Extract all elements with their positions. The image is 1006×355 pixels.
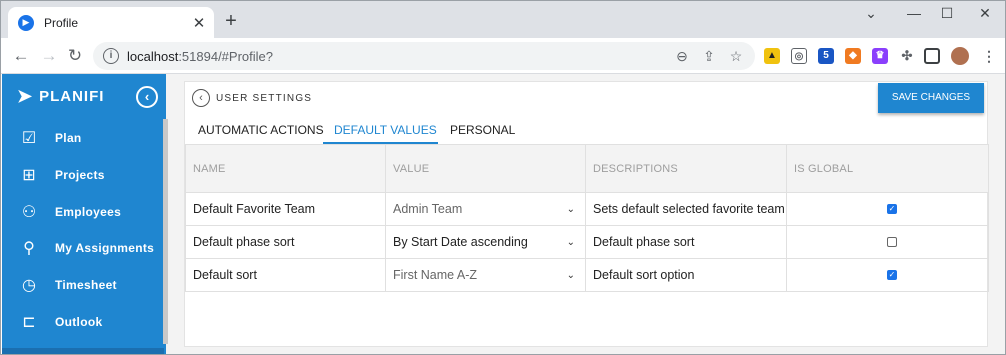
value-select[interactable]: By Start Date ascending ⌄ <box>385 225 586 259</box>
people-icon: ⚇ <box>21 204 37 221</box>
tab-search-icon[interactable]: ⌄ <box>851 5 891 25</box>
brand-logo[interactable]: ➤ PLANIFI <box>17 86 104 107</box>
org-chart-icon: ⊞ <box>22 167 36 184</box>
is-global-cell: ✓ <box>786 192 989 226</box>
save-changes-button[interactable]: SAVE CHANGES <box>878 83 984 113</box>
planifi-logo-icon: ➤ <box>17 86 34 106</box>
is-global-cell <box>786 225 989 259</box>
chevron-down-icon: ⌄ <box>566 203 575 215</box>
extension-4-icon[interactable]: ◆ <box>845 48 861 64</box>
tab-strip: ▶ Profile ✕ + ⌄ — ☐ ✕ <box>1 1 1005 38</box>
row-name: Default sort <box>185 258 386 292</box>
sidebar-item-outlook[interactable]: ⊏ Outlook <box>2 304 164 340</box>
select-value: Admin Team <box>393 202 463 216</box>
sidebar-item-label: Plan <box>55 131 82 145</box>
column-header-descriptions: DESCRIPTIONS <box>585 144 787 193</box>
sidebar-item-employees[interactable]: ⚇ Employees <box>2 194 164 230</box>
new-tab-icon[interactable]: + <box>221 11 241 31</box>
close-window-icon[interactable]: ✕ <box>965 5 1005 25</box>
is-global-checkbox[interactable] <box>887 237 897 247</box>
calendar-check-icon: ☑ <box>21 130 37 147</box>
reload-icon[interactable]: ↻ <box>63 44 87 68</box>
row-description: Default phase sort <box>585 225 787 259</box>
extension-badge: 5 <box>823 50 829 61</box>
extension-1-icon[interactable]: ▲ <box>764 48 780 64</box>
sidebar-footer <box>2 348 164 354</box>
share-icon[interactable]: ⇪ <box>700 47 718 65</box>
row-name: Default phase sort <box>185 225 386 259</box>
sidebar-item-timesheet[interactable]: ◷ Timesheet <box>2 267 164 303</box>
table-row: Default Favorite Team Admin Team ⌄ Sets d… <box>185 192 989 226</box>
value-select[interactable]: First Name A-Z ⌄ <box>385 258 586 292</box>
tab-personal[interactable]: PERSONAL <box>450 123 515 143</box>
column-header-value: VALUE <box>385 144 586 193</box>
tab-automatic-actions[interactable]: AUTOMATIC ACTIONS <box>198 123 324 143</box>
select-value: First Name A-Z <box>393 268 478 282</box>
planifi-favicon-icon: ▶ <box>18 14 34 31</box>
sidebar-item-label: Projects <box>55 168 105 182</box>
sidebar-item-my-assignments[interactable]: ⚲ My Assignments <box>2 230 164 266</box>
browser-menu-icon[interactable]: ⋮ <box>981 48 997 64</box>
tab-default-values[interactable]: DEFAULT VALUES <box>334 123 437 143</box>
extension-3-icon[interactable]: 5 <box>818 48 834 64</box>
site-info-icon[interactable]: i <box>103 48 119 64</box>
table-row: Default phase sort By Start Date ascendi… <box>185 225 989 259</box>
column-header-is-global: IS GLOBAL <box>786 144 989 193</box>
extension-5-icon[interactable]: ♛ <box>872 48 888 64</box>
select-value: By Start Date ascending <box>393 235 528 249</box>
settings-card: ‹ USER SETTINGS SAVE CHANGES AUTOMATIC A… <box>184 81 989 347</box>
url-text[interactable]: localhost:51894/#Profile? <box>127 49 273 64</box>
column-header-name: NAME <box>185 144 386 193</box>
chevron-down-icon: ⌄ <box>566 236 575 248</box>
forward-nav-icon[interactable]: → <box>37 44 61 68</box>
profile-avatar[interactable] <box>951 47 969 65</box>
extension-2-icon[interactable]: ◎ <box>791 48 807 64</box>
value-select[interactable]: Admin Team ⌄ <box>385 192 586 226</box>
tab-title: Profile <box>44 15 79 30</box>
collapse-sidebar-icon[interactable]: ‹ <box>136 86 158 108</box>
sidebar-item-label: Outlook <box>55 315 103 329</box>
is-global-checkbox[interactable]: ✓ <box>887 204 897 214</box>
zoom-icon[interactable]: ⊖ <box>673 47 691 65</box>
clock-icon: ◷ <box>22 277 36 294</box>
extensions-puzzle-icon[interactable]: ✣ <box>899 48 915 64</box>
maximize-icon[interactable]: ☐ <box>927 5 967 25</box>
app-area: ➤ PLANIFI ‹ ☑ Plan ⊞ Projects ⚇ Employees ⚲ M… <box>2 74 1005 354</box>
row-description: Sets default selected favorite team <box>585 192 787 226</box>
bookmark-star-icon[interactable]: ☆ <box>727 47 745 65</box>
url-path: :51894/#Profile? <box>178 49 273 64</box>
side-panel-icon[interactable] <box>924 48 940 64</box>
sidebar-item-label: My Assignments <box>55 241 155 255</box>
row-name: Default Favorite Team <box>185 192 386 226</box>
chevron-down-icon: ⌄ <box>566 269 575 281</box>
table-header-row: NAME VALUE DESCRIPTIONS IS GLOBAL <box>185 144 989 193</box>
is-global-checkbox[interactable]: ✓ <box>887 270 897 280</box>
back-arrow-icon[interactable]: ‹ <box>192 89 210 107</box>
url-host: localhost <box>127 49 179 64</box>
sidebar-item-label: Employees <box>55 205 122 219</box>
sidebar-item-plan[interactable]: ☑ Plan <box>2 120 164 156</box>
sidebar-item-label: Timesheet <box>55 278 117 292</box>
address-bar[interactable]: i localhost:51894/#Profile? ⊖ ⇪ ☆ <box>93 42 755 70</box>
table-row: Default sort First Name A-Z ⌄ Default sor… <box>185 258 989 292</box>
person-icon: ⚲ <box>23 240 35 257</box>
sidebar-scrollbar[interactable] <box>163 119 168 344</box>
close-tab-icon[interactable]: ✕ <box>190 14 208 32</box>
sidebar-item-projects[interactable]: ⊞ Projects <box>2 157 164 193</box>
brand-name: PLANIFI <box>39 88 105 105</box>
browser-tab[interactable]: ▶ Profile ✕ <box>8 7 214 38</box>
back-nav-icon[interactable]: ← <box>9 44 33 68</box>
page-title: USER SETTINGS <box>216 93 313 104</box>
is-global-cell: ✓ <box>786 258 989 292</box>
browser-window: ▶ Profile ✕ + ⌄ — ☐ ✕ ← → ↻ i localhost:… <box>0 0 1006 355</box>
sidebar: ➤ PLANIFI ‹ ☑ Plan ⊞ Projects ⚇ Employees ⚲ M… <box>2 74 166 354</box>
door-icon: ⊏ <box>22 314 36 331</box>
row-description: Default sort option <box>585 258 787 292</box>
settings-table: NAME VALUE DESCRIPTIONS IS GLOBAL Defaul… <box>185 144 989 292</box>
